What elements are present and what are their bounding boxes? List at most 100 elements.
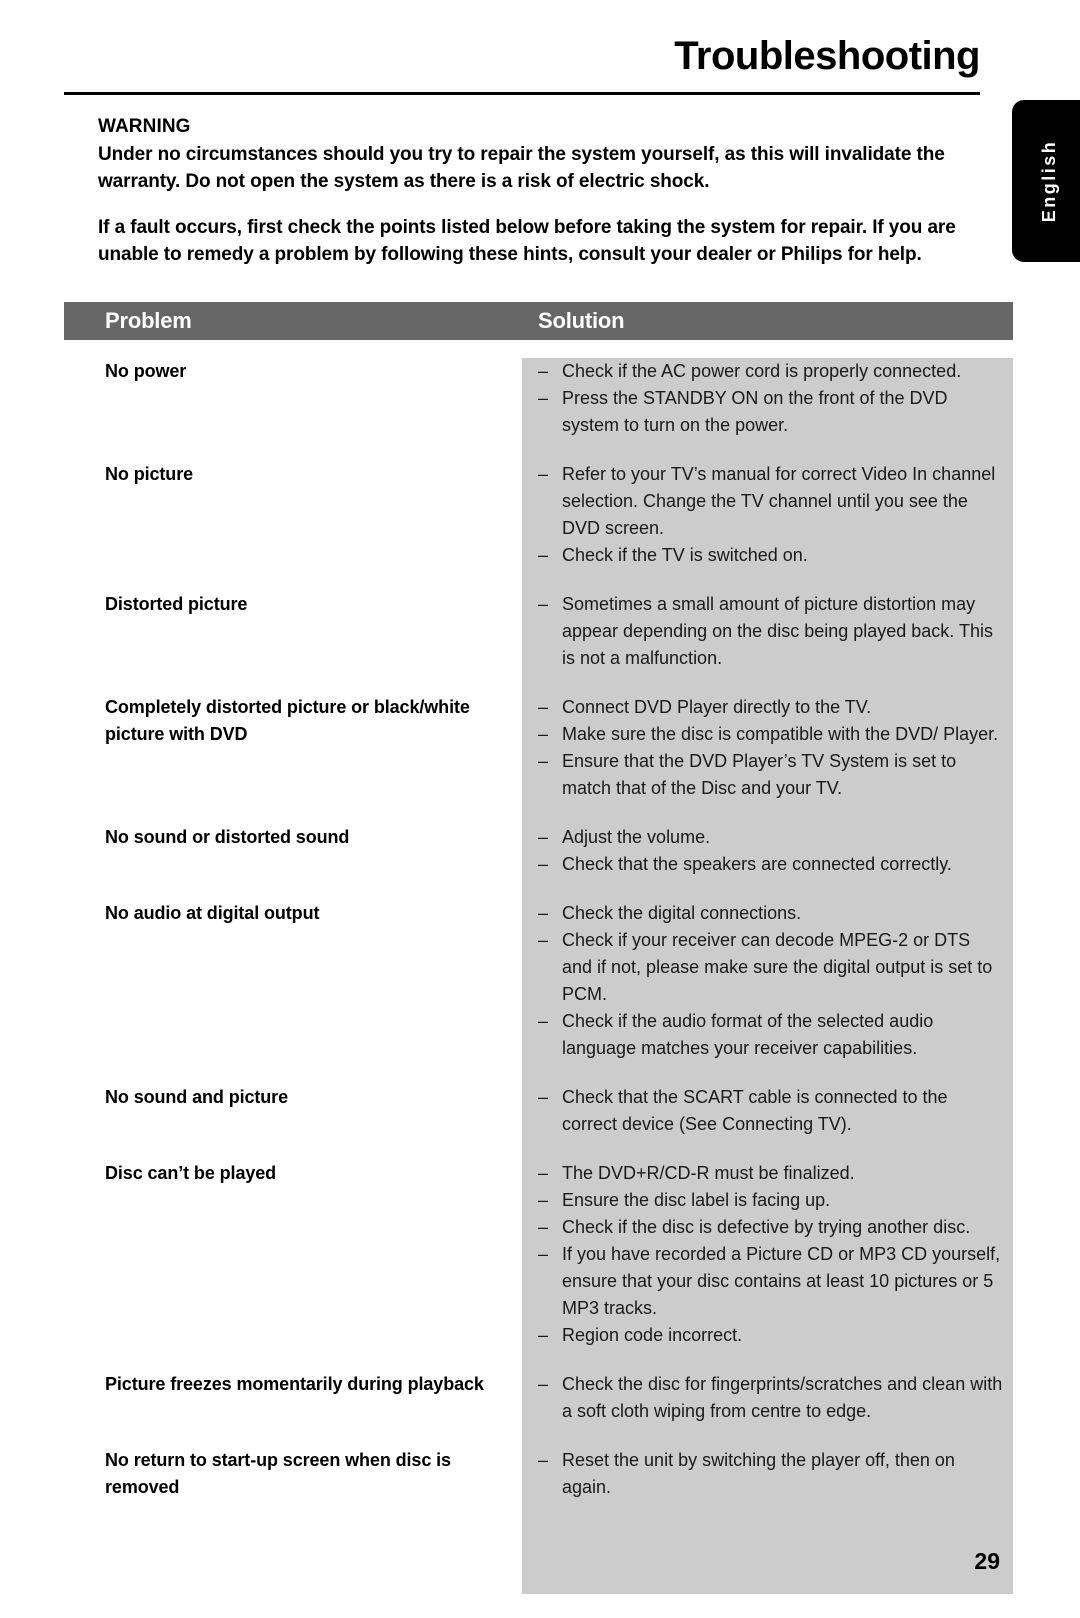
- solution-text: Region code incorrect.: [562, 1325, 743, 1345]
- problem-label: Distorted picture: [105, 594, 248, 614]
- dash-bullet-icon: –: [538, 1244, 549, 1264]
- dash-bullet-icon: –: [538, 1325, 549, 1345]
- problem-cell: No audio at digital output: [64, 900, 522, 927]
- solution-item: – Refer to your TV’s manual for correct V…: [538, 461, 1003, 542]
- solution-item: – Connect DVD Player directly to the TV.: [538, 694, 1003, 721]
- solution-text: Press the STANDBY ON on the front of the…: [562, 388, 948, 435]
- problem-cell: No power: [64, 358, 522, 385]
- solution-text: Check if the audio format of the selecte…: [562, 1011, 934, 1058]
- problem-cell: Distorted picture: [64, 591, 522, 618]
- solution-item: – Adjust the volume.: [538, 824, 1003, 851]
- solution-text: Sometimes a small amount of picture dist…: [562, 594, 993, 668]
- dash-bullet-icon: –: [538, 464, 549, 484]
- dash-bullet-icon: –: [538, 827, 549, 847]
- table-row: Disc can’t be played – The DVD+R/CD-R must…: [64, 1160, 1013, 1349]
- solution-item: – Press the STANDBY ON on the front of th…: [538, 385, 1003, 439]
- solution-item: – The DVD+R/CD-R must be finalized.: [538, 1160, 1003, 1187]
- page-title: Troubleshooting: [674, 34, 980, 78]
- solution-item: – Ensure the disc label is facing up.: [538, 1187, 1003, 1214]
- problem-label: Completely distorted picture or black/wh…: [105, 697, 470, 744]
- dash-bullet-icon: –: [538, 545, 549, 565]
- table-header-row: Problem Solution: [64, 302, 1013, 340]
- dash-bullet-icon: –: [538, 724, 549, 744]
- table-row: Completely distorted picture or black/wh…: [64, 694, 1013, 802]
- table-row: No sound and picture – Check that the SCAR…: [64, 1084, 1013, 1138]
- table-row: No picture – Refer to your TV’s manual for…: [64, 461, 1013, 569]
- table-row: No sound or distorted sound – Adjust the v…: [64, 824, 1013, 878]
- solution-text: If you have recorded a Picture CD or MP3…: [562, 1244, 1001, 1318]
- dash-bullet-icon: –: [538, 361, 549, 381]
- solution-item: – Sometimes a small amount of picture dis…: [538, 591, 1003, 672]
- solution-text: Ensure that the DVD Player’s TV System i…: [562, 751, 957, 798]
- problem-label: No power: [105, 361, 187, 381]
- solution-cell: – Sometimes a small amount of picture dis…: [522, 591, 1013, 672]
- solution-cell: – The DVD+R/CD-R must be finalized. – Ensur…: [522, 1160, 1013, 1349]
- problem-cell: No sound or distorted sound: [64, 824, 522, 851]
- language-tab-label: English: [1038, 139, 1059, 223]
- solution-cell: – Check if the AC power cord is properly …: [522, 358, 1013, 439]
- solution-cell: – Refer to your TV’s manual for correct V…: [522, 461, 1013, 569]
- solution-text: Adjust the volume.: [562, 827, 711, 847]
- solution-cell: – Connect DVD Player directly to the TV. –…: [522, 694, 1013, 802]
- solution-item: – Check if the audio format of the select…: [538, 1008, 1003, 1062]
- table-row: Distorted picture – Sometimes a small amou…: [64, 591, 1013, 672]
- table-row: No return to start-up screen when disc i…: [64, 1447, 1013, 1501]
- language-tab-english: English: [1012, 100, 1080, 262]
- solution-text: The DVD+R/CD-R must be finalized.: [562, 1163, 855, 1183]
- solution-text: Refer to your TV’s manual for correct Vi…: [562, 464, 996, 538]
- dash-bullet-icon: –: [538, 1163, 549, 1183]
- solution-item: – Region code incorrect.: [538, 1322, 1003, 1349]
- problem-label: No picture: [105, 464, 194, 484]
- dash-bullet-icon: –: [538, 930, 549, 950]
- solution-item: – If you have recorded a Picture CD or MP…: [538, 1241, 1003, 1322]
- problem-cell: No return to start-up screen when disc i…: [64, 1447, 522, 1501]
- warning-paragraph-1: Under no circumstances should you try to…: [98, 143, 945, 193]
- problem-label: Picture freezes momentarily during playb…: [105, 1374, 484, 1394]
- solution-text: Check if your receiver can decode MPEG-2…: [562, 930, 993, 1004]
- problem-cell: No picture: [64, 461, 522, 488]
- page-number: 29: [974, 1548, 1000, 1574]
- table-rows: No power – Check if the AC power cord is p…: [64, 358, 1013, 1501]
- solution-text: Reset the unit by switching the player o…: [562, 1450, 955, 1497]
- solution-text: Ensure the disc label is facing up.: [562, 1190, 831, 1210]
- table-row: No audio at digital output – Check the dig…: [64, 900, 1013, 1062]
- solution-item: – Check if the disc is defective by tryin…: [538, 1214, 1003, 1241]
- solution-cell: – Check the digital connections. – Check if…: [522, 900, 1013, 1062]
- problem-label: No sound or distorted sound: [105, 827, 350, 847]
- solution-text: Check if the AC power cord is properly c…: [562, 361, 962, 381]
- solution-item: – Check that the speakers are connected c…: [538, 851, 1003, 878]
- problem-cell: Picture freezes momentarily during playb…: [64, 1371, 522, 1398]
- dash-bullet-icon: –: [538, 697, 549, 717]
- troubleshooting-table: Problem Solution No power – Check if the A…: [64, 302, 1013, 1594]
- solution-item: – Check that the SCART cable is connected…: [538, 1084, 1003, 1138]
- problem-label: No audio at digital output: [105, 903, 320, 923]
- solution-item: – Check if your receiver can decode MPEG-…: [538, 927, 1003, 1008]
- dash-bullet-icon: –: [538, 1450, 549, 1470]
- problem-label: No return to start-up screen when disc i…: [105, 1450, 451, 1497]
- table-row: Picture freezes momentarily during playb…: [64, 1371, 1013, 1425]
- problem-cell: No sound and picture: [64, 1084, 522, 1111]
- problem-cell: Disc can’t be played: [64, 1160, 522, 1187]
- solution-text: Check that the SCART cable is connected …: [562, 1087, 948, 1134]
- warning-heading: WARNING: [98, 116, 191, 137]
- table-row: No power – Check if the AC power cord is p…: [64, 358, 1013, 439]
- solution-text: Check the digital connections.: [562, 903, 802, 923]
- dash-bullet-icon: –: [538, 1374, 549, 1394]
- solution-text: Check the disc for fingerprints/scratche…: [562, 1374, 1003, 1421]
- solution-text: Connect DVD Player directly to the TV.: [562, 697, 872, 717]
- dash-bullet-icon: –: [538, 751, 549, 771]
- problem-label: No sound and picture: [105, 1087, 289, 1107]
- solution-item: – Check if the AC power cord is properly …: [538, 358, 1003, 385]
- dash-bullet-icon: –: [538, 594, 549, 614]
- problem-cell: Completely distorted picture or black/wh…: [64, 694, 522, 748]
- solution-item: – Make sure the disc is compatible with t…: [538, 721, 1003, 748]
- warning-block: WARNING Under no circumstances should yo…: [98, 114, 978, 268]
- solution-text: Check that the speakers are connected co…: [562, 854, 952, 874]
- solution-cell: – Reset the unit by switching the player …: [522, 1447, 1013, 1501]
- table-header-solution: Solution: [538, 308, 625, 333]
- solution-item: – Ensure that the DVD Player’s TV System …: [538, 748, 1003, 802]
- solution-item: – Check if the TV is switched on.: [538, 542, 1003, 569]
- solution-cell: – Check the disc for fingerprints/scratch…: [522, 1371, 1013, 1425]
- dash-bullet-icon: –: [538, 1190, 549, 1210]
- solution-text: Check if the disc is defective by trying…: [562, 1217, 971, 1237]
